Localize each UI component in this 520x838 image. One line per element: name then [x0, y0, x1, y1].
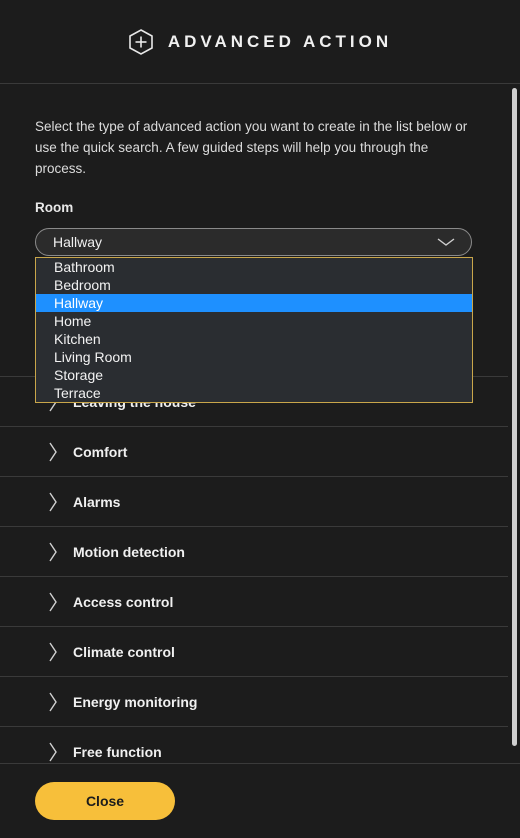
plus-hexagon-icon — [129, 28, 153, 55]
category-label: Motion detection — [73, 543, 185, 560]
category-climate-control[interactable]: Climate control — [0, 626, 508, 676]
chevron-right-icon — [49, 492, 57, 512]
category-comfort[interactable]: Comfort — [0, 426, 508, 476]
chevron-right-icon — [49, 592, 57, 612]
room-select-value: Hallway — [53, 234, 103, 250]
room-option-hallway[interactable]: Hallway — [36, 294, 472, 312]
room-label: Room — [35, 200, 74, 215]
category-label: Climate control — [73, 643, 175, 660]
category-label: Energy monitoring — [73, 693, 198, 710]
category-alarms[interactable]: Alarms — [0, 476, 508, 526]
dialog-header: ADVANCED ACTION — [0, 0, 520, 84]
close-button[interactable]: Close — [35, 782, 175, 820]
chevron-down-icon — [437, 238, 455, 246]
room-option-living-room[interactable]: Living Room — [36, 348, 472, 366]
room-select[interactable]: Hallway — [35, 228, 472, 256]
room-option-home[interactable]: Home — [36, 312, 472, 330]
intro-text: Select the type of advanced action you w… — [35, 119, 468, 176]
chevron-right-icon — [49, 542, 57, 562]
room-option-bathroom[interactable]: Bathroom — [36, 258, 472, 276]
category-label: Comfort — [73, 443, 128, 460]
room-option-bedroom[interactable]: Bedroom — [36, 276, 472, 294]
scrollbar[interactable] — [512, 88, 517, 746]
dialog-title: ADVANCED ACTION — [167, 31, 393, 51]
category-label: Alarms — [73, 493, 121, 510]
category-label: Access control — [73, 593, 174, 610]
room-dropdown-list: Bathroom Bedroom Hallway Home Kitchen Li… — [35, 257, 473, 403]
room-option-terrace[interactable]: Terrace — [36, 384, 472, 402]
category-motion-detection[interactable]: Motion detection — [0, 526, 508, 576]
category-label: Free function — [73, 743, 162, 760]
chevron-right-icon — [49, 642, 57, 662]
chevron-right-icon — [49, 692, 57, 712]
category-energy-monitoring[interactable]: Energy monitoring — [0, 676, 508, 726]
room-option-storage[interactable]: Storage — [36, 366, 472, 384]
dialog-footer: Close — [0, 763, 520, 838]
category-list: Leaving the house Comfort Alarms Motion … — [0, 376, 508, 776]
chevron-right-icon — [49, 742, 57, 762]
category-access-control[interactable]: Access control — [0, 576, 508, 626]
chevron-right-icon — [49, 442, 57, 462]
room-option-kitchen[interactable]: Kitchen — [36, 330, 472, 348]
